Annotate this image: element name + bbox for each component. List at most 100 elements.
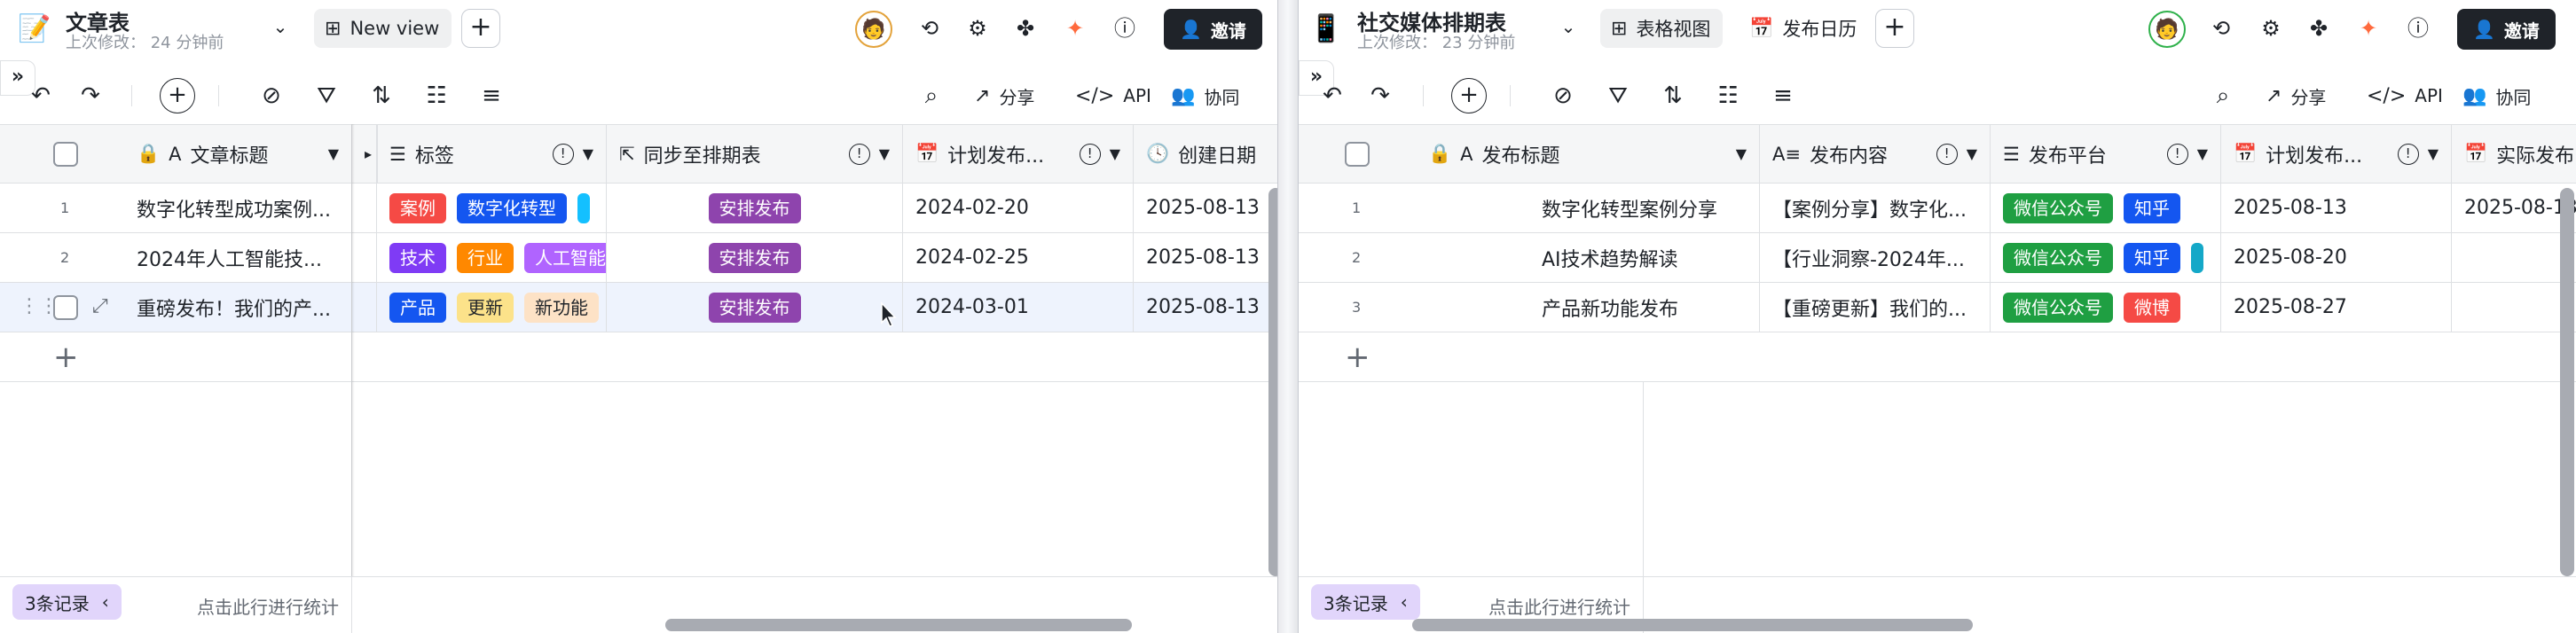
column-header-actual-date[interactable]: 📅 实际发布... ! [2452, 125, 2576, 183]
help-icon[interactable]: ⓘ [1109, 12, 1141, 44]
add-record-button[interactable]: + [160, 78, 195, 113]
statistics-hint[interactable]: 点击此行进行统计 [197, 593, 339, 619]
chevron-down-icon[interactable]: ▼ [2197, 145, 2208, 162]
column-header-created[interactable]: 🕓 创建日期 [1134, 125, 1277, 183]
group-icon[interactable]: ☷ [1712, 80, 1744, 112]
invite-button[interactable]: 👤 邀请 [1164, 9, 1262, 50]
group-icon[interactable]: ☷ [420, 80, 452, 112]
tags-cell[interactable]: 产品 更新 新功能 [376, 283, 607, 332]
hide-fields-icon[interactable]: ⊘ [1547, 80, 1579, 112]
select-all-checkbox[interactable] [1345, 141, 1370, 167]
horizontal-scrollbar[interactable] [1412, 619, 1973, 631]
info-icon[interactable]: ! [2397, 143, 2419, 165]
chevron-down-icon[interactable]: ⌄ [268, 14, 293, 39]
filter-icon[interactable]: ⛛ [310, 80, 342, 112]
title-cell[interactable]: 数字化转型案例分享 [1416, 184, 1760, 232]
tab-new-view[interactable]: ⊞ New view [314, 9, 452, 48]
plugin-icon[interactable]: ✤ [2303, 12, 2335, 44]
sync-cell[interactable]: 安排发布 [607, 283, 903, 332]
search-icon[interactable]: ⌕ [2207, 80, 2239, 112]
schedule-publish-button[interactable]: 安排发布 [708, 292, 801, 323]
created-date-cell[interactable]: 2025-08-13 [1134, 283, 1277, 332]
table-row[interactable]: ⋮⋮ ⤢ 重磅发布！我们的产... 产品 更新 新功能 安排发布 2024-03… [0, 283, 1277, 332]
api-button[interactable]: </> API [1075, 80, 1151, 112]
undo-icon[interactable]: ↶ [25, 80, 57, 112]
collaborate-button[interactable]: 👥 协同 [2462, 80, 2531, 112]
column-header-plan-date[interactable]: 📅 计划发布... ! ▼ [2221, 125, 2452, 183]
vertical-scrollbar[interactable] [1268, 188, 1277, 576]
tags-cell[interactable]: 技术 行业 人工智能 [376, 233, 607, 282]
window-divider[interactable] [1277, 0, 1299, 633]
plus-icon[interactable]: + [53, 340, 79, 375]
plus-icon[interactable]: + [1345, 340, 1370, 375]
table-row[interactable]: 1 数字化转型成功案例... 案例 数字化转型 安排发布 2024-02-20 … [0, 184, 1277, 233]
history-icon[interactable]: ⟲ [914, 12, 946, 44]
add-view-button[interactable]: + [461, 9, 500, 48]
avatar[interactable]: 🧑 [855, 11, 892, 48]
plan-date-cell[interactable]: 2024-03-01 [903, 283, 1134, 332]
plan-date-cell[interactable]: 2025-08-27 [2221, 283, 2452, 332]
statistics-hint[interactable]: 点击此行进行统计 [1488, 593, 1630, 619]
info-icon[interactable]: ! [552, 143, 574, 165]
add-row[interactable]: + [0, 332, 1277, 382]
table-row[interactable]: 2 2024年人工智能技... 技术 行业 人工智能 安排发布 2024-02-… [0, 233, 1277, 283]
chevron-down-icon[interactable]: ▼ [2428, 145, 2439, 162]
expand-record-icon[interactable]: ⤢ [92, 295, 108, 317]
actual-date-cell[interactable]: 2025-08-13 14:44 [2452, 184, 2576, 232]
chevron-down-icon[interactable]: ▼ [1736, 145, 1747, 162]
content-cell[interactable]: 【重磅更新】我们的... [1760, 283, 1991, 332]
table-row[interactable]: 2 AI技术趋势解读 【行业洞察-2024年... 微信公众号 知乎 2025-… [1299, 233, 2576, 283]
filter-icon[interactable]: ⛛ [1602, 80, 1634, 112]
select-all-checkbox[interactable] [53, 141, 78, 167]
platform-cell[interactable]: 微信公众号 知乎 [1991, 233, 2221, 282]
content-cell[interactable]: 【案例分享】数字化... [1760, 184, 1991, 232]
info-icon[interactable]: ! [2166, 143, 2188, 165]
table-row[interactable]: 1 数字化转型案例分享 【案例分享】数字化... 微信公众号 知乎 2025-0… [1299, 184, 2576, 233]
add-row[interactable]: + [1299, 332, 2576, 382]
sort-icon[interactable]: ⇅ [365, 80, 397, 112]
undo-icon[interactable]: ↶ [1316, 80, 1348, 112]
column-header-title[interactable]: 🔒 A 发布标题 ▼ [1416, 125, 1760, 183]
column-header-content[interactable]: A≡ 发布内容 ! ▼ [1760, 125, 1991, 183]
info-icon[interactable]: ! [848, 143, 870, 165]
created-date-cell[interactable]: 2025-08-13 [1134, 184, 1277, 232]
avatar[interactable]: 🧑 [2148, 11, 2186, 48]
tags-cell[interactable]: 案例 数字化转型 [376, 184, 607, 232]
title-cell[interactable]: AI技术趋势解读 [1416, 233, 1760, 282]
record-count-badge[interactable]: 3条记录 ‹ [1311, 584, 1420, 620]
plan-date-cell[interactable]: 2025-08-20 [2221, 233, 2452, 282]
redo-icon[interactable]: ↷ [1364, 80, 1396, 112]
sort-icon[interactable]: ⇅ [1657, 80, 1689, 112]
column-header-plan-date[interactable]: 📅 计划发布... ! ▼ [903, 125, 1134, 183]
search-icon[interactable]: ⌕ [915, 80, 947, 112]
platform-cell[interactable]: 微信公众号 微博 [1991, 283, 2221, 332]
chevron-down-icon[interactable]: ⌄ [1556, 14, 1581, 39]
created-date-cell[interactable]: 2025-08-13 [1134, 233, 1277, 282]
redo-icon[interactable]: ↷ [75, 80, 106, 112]
horizontal-scrollbar[interactable] [665, 619, 1132, 631]
help-icon[interactable]: ⓘ [2402, 12, 2434, 44]
plugin-icon[interactable]: ✤ [1009, 12, 1041, 44]
invite-button[interactable]: 👤 邀请 [2457, 9, 2556, 50]
row-checkbox[interactable] [53, 294, 78, 320]
share-button[interactable]: ↗ 分享 [2266, 80, 2326, 112]
table-row[interactable]: 3 产品新功能发布 【重磅更新】我们的... 微信公众号 微博 2025-08-… [1299, 283, 2576, 332]
schedule-publish-button[interactable]: 安排发布 [708, 242, 801, 273]
gear-icon[interactable]: ⚙ [962, 12, 993, 44]
actual-date-cell[interactable] [2452, 233, 2576, 282]
info-icon[interactable]: ! [1936, 143, 1958, 165]
title-cell[interactable]: 2024年人工智能技... [124, 233, 351, 282]
chevron-down-icon[interactable]: ▼ [1110, 145, 1120, 162]
chevron-down-icon[interactable]: ▼ [328, 145, 339, 162]
vertical-scrollbar[interactable] [2560, 188, 2574, 576]
ai-sparkle-icon[interactable]: ✦ [2352, 12, 2384, 44]
column-header-sync[interactable]: ⇱ 同步至排期表 ! ▼ [607, 125, 903, 183]
plan-date-cell[interactable]: 2024-02-25 [903, 233, 1134, 282]
info-icon[interactable]: ! [1079, 143, 1101, 165]
plan-date-cell[interactable]: 2025-08-13 [2221, 184, 2452, 232]
actual-date-cell[interactable] [2452, 283, 2576, 332]
tab-publish-calendar[interactable]: 📅 发布日历 [1739, 9, 1869, 48]
title-cell[interactable]: 数字化转型成功案例... [124, 184, 351, 232]
sync-cell[interactable]: 安排发布 [607, 184, 903, 232]
record-count-badge[interactable]: 3条记录 ‹ [12, 584, 122, 620]
